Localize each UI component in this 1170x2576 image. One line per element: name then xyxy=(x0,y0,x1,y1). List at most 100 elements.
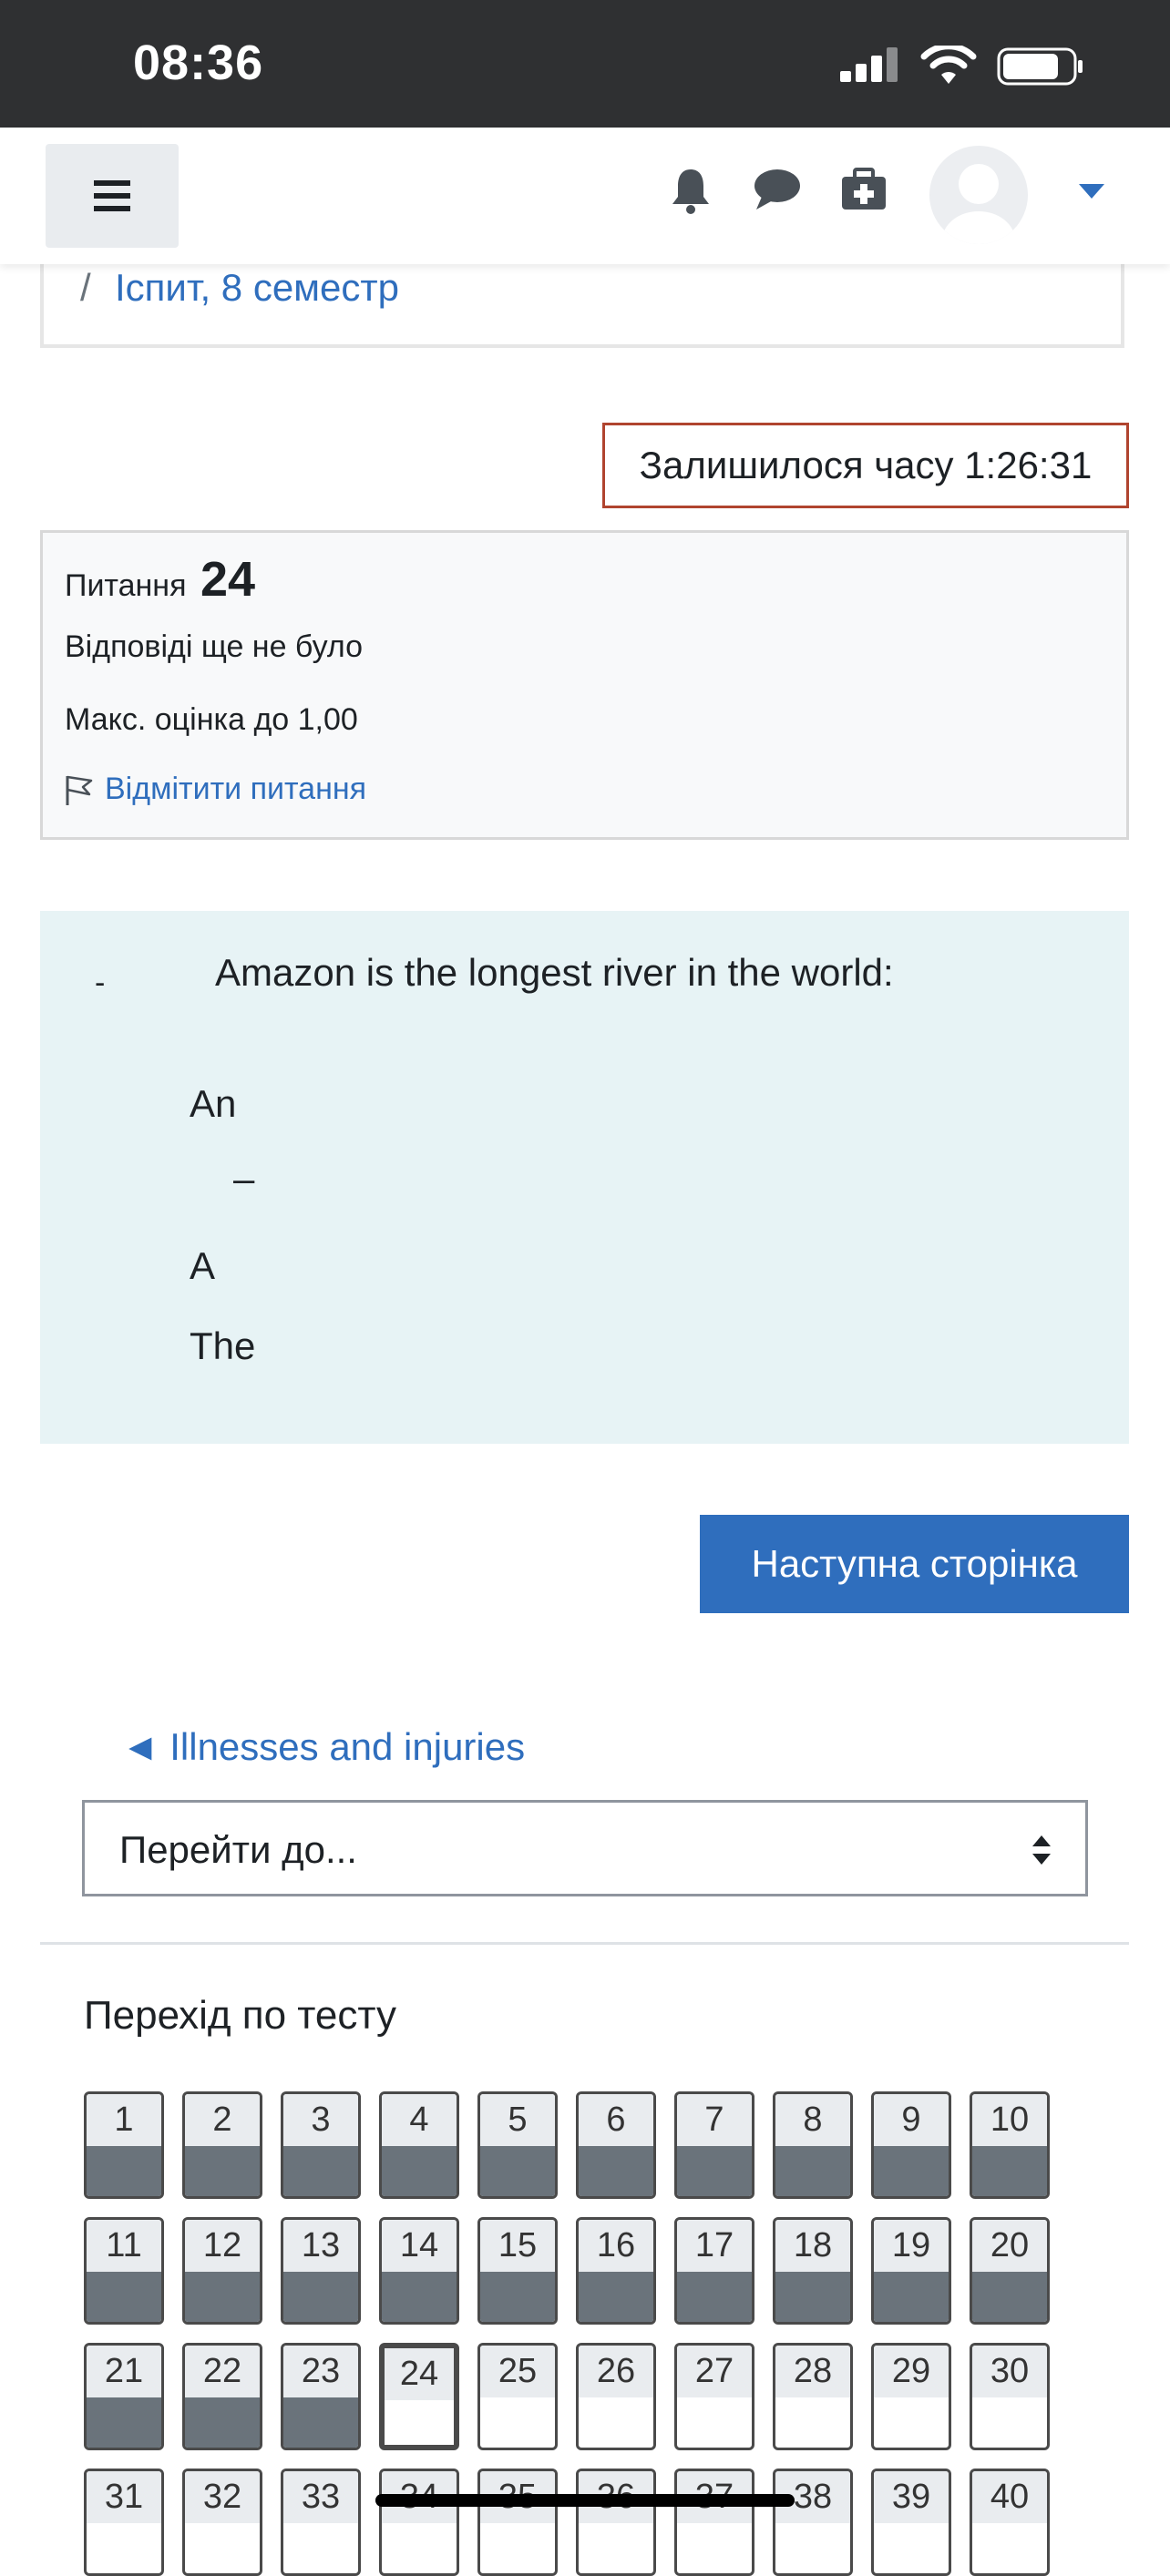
quiz-nav-button-state xyxy=(972,2523,1047,2573)
answer-option[interactable]: A xyxy=(190,1244,215,1288)
status-bar: 08:36 xyxy=(0,0,1170,128)
quiz-nav-button-state xyxy=(579,2146,653,2196)
quiz-nav-button-number: 3 xyxy=(283,2094,358,2146)
quiz-nav-button[interactable]: 40 xyxy=(970,2469,1050,2576)
quiz-nav-button-number: 16 xyxy=(579,2220,653,2272)
quiz-nav-button[interactable]: 17 xyxy=(674,2217,754,2325)
quiz-nav-button-state xyxy=(775,2146,850,2196)
jump-to-select[interactable]: Перейти до... xyxy=(82,1800,1088,1896)
quiz-nav-button[interactable]: 23 xyxy=(281,2343,361,2450)
quiz-nav-button-state xyxy=(677,2272,752,2322)
quiz-nav-button-number: 14 xyxy=(382,2220,457,2272)
quiz-nav-button[interactable]: 32 xyxy=(182,2469,262,2576)
quiz-nav-button[interactable]: 26 xyxy=(576,2343,656,2450)
quiz-nav-button-state xyxy=(874,2523,949,2573)
quiz-nav-button[interactable]: 22 xyxy=(182,2343,262,2450)
answer-option[interactable]: – xyxy=(233,1157,254,1201)
quiz-nav-button[interactable]: 11 xyxy=(84,2217,164,2325)
quiz-nav-button[interactable]: 21 xyxy=(84,2343,164,2450)
answer-option[interactable]: An xyxy=(190,1082,236,1126)
quiz-nav-button-number: 4 xyxy=(382,2094,457,2146)
quiz-nav-button[interactable]: 5 xyxy=(477,2091,558,2199)
quiz-nav-button-number: 28 xyxy=(775,2346,850,2397)
breadcrumb-link-exam[interactable]: Іспит, 8 семестр xyxy=(115,266,399,310)
menu-button[interactable] xyxy=(46,144,179,248)
divider xyxy=(40,1942,1129,1945)
quiz-nav-button[interactable]: 25 xyxy=(477,2343,558,2450)
question-marker: - xyxy=(95,966,106,1000)
quiz-nav-button[interactable]: 37 xyxy=(674,2469,754,2576)
quiz-nav-button[interactable]: 27 xyxy=(674,2343,754,2450)
quiz-nav-button[interactable]: 8 xyxy=(773,2091,853,2199)
quiz-nav-button-state xyxy=(382,2272,457,2322)
quiz-nav-button-state xyxy=(972,2397,1047,2448)
user-avatar[interactable] xyxy=(929,146,1028,244)
quiz-nav-button-state xyxy=(385,2400,454,2445)
quiz-nav-button-state xyxy=(579,2523,653,2573)
question-prompt: Amazon is the longest river in the world… xyxy=(215,951,894,994)
quiz-nav-button-current[interactable]: 24 xyxy=(379,2343,459,2450)
quiz-nav-button[interactable]: 31 xyxy=(84,2469,164,2576)
quiz-nav-button-state xyxy=(185,2146,260,2196)
quiz-nav-button-number: 15 xyxy=(480,2220,555,2272)
quiz-nav-button[interactable]: 1 xyxy=(84,2091,164,2199)
quiz-nav-button-state xyxy=(480,2272,555,2322)
first-aid-kit-icon[interactable] xyxy=(840,168,888,211)
quiz-nav-button-state xyxy=(874,2397,949,2448)
question-max-grade: Макс. оцінка до 1,00 xyxy=(65,702,358,737)
user-silhouette-icon xyxy=(942,164,1015,244)
quiz-nav-button[interactable]: 6 xyxy=(576,2091,656,2199)
quiz-nav-button[interactable]: 34 xyxy=(379,2469,459,2576)
quiz-nav-button-state xyxy=(677,2397,752,2448)
answer-option[interactable]: The xyxy=(190,1324,255,1368)
quiz-nav-button[interactable]: 16 xyxy=(576,2217,656,2325)
quiz-nav-button-state xyxy=(185,2397,260,2448)
quiz-nav-button[interactable]: 35 xyxy=(477,2469,558,2576)
quiz-nav-button-number: 5 xyxy=(480,2094,555,2146)
quiz-nav-button-number: 13 xyxy=(283,2220,358,2272)
quiz-nav-button[interactable]: 39 xyxy=(871,2469,951,2576)
question-state: Відповіді ще не було xyxy=(65,629,364,664)
quiz-nav-button[interactable]: 2 xyxy=(182,2091,262,2199)
bell-icon[interactable] xyxy=(669,168,713,215)
quiz-nav-button[interactable]: 30 xyxy=(970,2343,1050,2450)
flag-question-link[interactable]: Відмітити питання xyxy=(65,772,366,807)
quiz-nav-button[interactable]: 19 xyxy=(871,2217,951,2325)
quiz-nav-button-number: 11 xyxy=(87,2220,161,2272)
caret-down-icon[interactable] xyxy=(1079,184,1104,199)
breadcrumb-separator: / xyxy=(80,266,91,309)
quiz-nav-button[interactable]: 20 xyxy=(970,2217,1050,2325)
quiz-nav-button[interactable]: 29 xyxy=(871,2343,951,2450)
question-label: Питання xyxy=(65,568,187,603)
quiz-nav-button-number: 21 xyxy=(87,2346,161,2397)
quiz-nav-button[interactable]: 12 xyxy=(182,2217,262,2325)
quiz-nav-button[interactable]: 14 xyxy=(379,2217,459,2325)
quiz-nav-button[interactable]: 36 xyxy=(576,2469,656,2576)
quiz-nav-button-state xyxy=(874,2146,949,2196)
quiz-nav-button[interactable]: 28 xyxy=(773,2343,853,2450)
next-page-button[interactable]: Наступна сторінка xyxy=(700,1515,1129,1613)
quiz-nav-button[interactable]: 3 xyxy=(281,2091,361,2199)
quiz-nav-button-state xyxy=(185,2523,260,2573)
quiz-nav-button-state xyxy=(87,2397,161,2448)
quiz-nav-button[interactable]: 15 xyxy=(477,2217,558,2325)
quiz-nav-button-state xyxy=(87,2146,161,2196)
chat-bubble-icon[interactable] xyxy=(753,168,802,211)
quiz-nav-button[interactable]: 7 xyxy=(674,2091,754,2199)
previous-activity-link[interactable]: ◄ Illnesses and injuries xyxy=(121,1725,525,1769)
quiz-nav-button-state xyxy=(972,2146,1047,2196)
quiz-nav-button-state xyxy=(185,2272,260,2322)
quiz-nav-button-number: 40 xyxy=(972,2471,1047,2523)
quiz-nav-button[interactable]: 38 xyxy=(773,2469,853,2576)
quiz-nav-button[interactable]: 4 xyxy=(379,2091,459,2199)
quiz-nav-button[interactable]: 13 xyxy=(281,2217,361,2325)
quiz-nav-button[interactable]: 9 xyxy=(871,2091,951,2199)
quiz-nav-button-number: 22 xyxy=(185,2346,260,2397)
status-time: 08:36 xyxy=(133,36,264,90)
quiz-nav-button-state xyxy=(283,2272,358,2322)
flag-question-label: Відмітити питання xyxy=(105,772,367,806)
quiz-nav-button[interactable]: 18 xyxy=(773,2217,853,2325)
quiz-nav-button[interactable]: 33 xyxy=(281,2469,361,2576)
quiz-nav-button[interactable]: 10 xyxy=(970,2091,1050,2199)
quiz-nav-button-state xyxy=(677,2146,752,2196)
